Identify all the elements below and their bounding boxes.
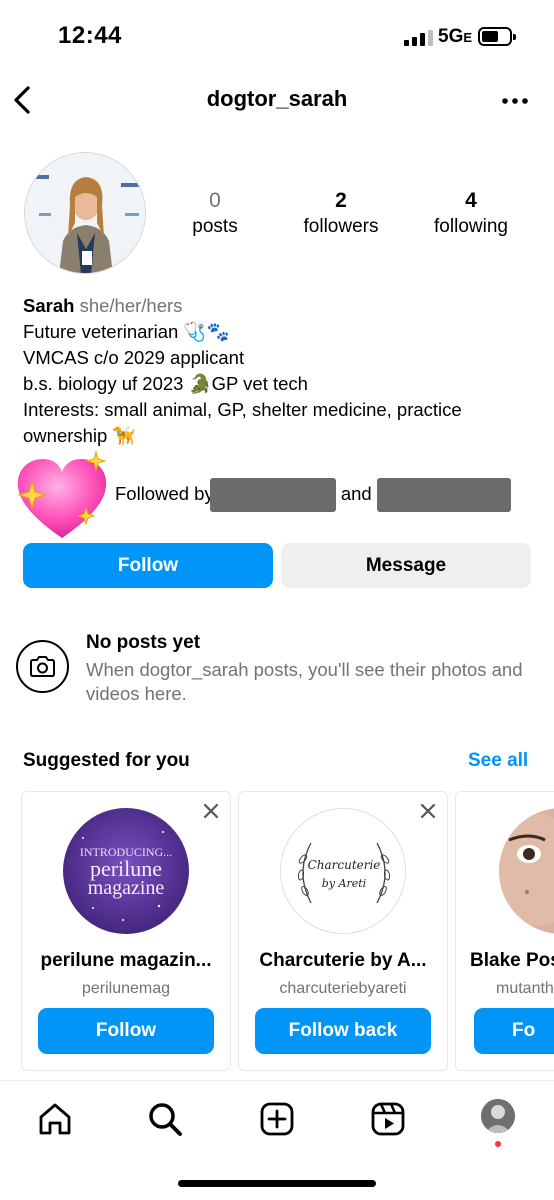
redacted-username xyxy=(209,478,336,512)
close-icon[interactable] xyxy=(202,802,220,820)
bio-line: VMCAS c/o 2029 applicant xyxy=(23,347,245,368)
stat-value: 2 xyxy=(335,189,347,212)
bio-line: Future veterinarian 🩺🐾 xyxy=(23,321,230,342)
suggestion-avatar xyxy=(499,808,554,934)
suggestion-handle: mutanth xyxy=(496,980,554,997)
suggestion-name: perilune magazin... xyxy=(40,950,212,971)
battery-icon xyxy=(478,27,516,46)
reels-icon[interactable] xyxy=(368,1099,408,1139)
top-nav: dogtor_sarah xyxy=(0,78,554,122)
display-name: Sarah xyxy=(23,295,75,316)
followed-by-text: Followed by and xyxy=(115,478,511,512)
profile-screen: 12:44 5GE dogtor_sarah 0 posts 2 followe… xyxy=(0,0,554,1200)
network-suffix: E xyxy=(463,30,473,45)
bio-line: b.s. biology uf 2023 🐊GP vet tech xyxy=(23,373,308,394)
followed-by-and: and xyxy=(340,482,372,504)
no-posts-section: No posts yet When dogtor_sarah posts, yo… xyxy=(16,632,546,712)
suggestion-card[interactable]: Blake Pos mutanth Fo xyxy=(455,791,554,1071)
suggestion-follow-button[interactable]: Fo xyxy=(474,1008,554,1054)
suggestion-avatar: INTRODUCING... perilune magazine xyxy=(63,808,189,934)
follow-button[interactable]: Follow xyxy=(23,543,273,588)
camera-icon xyxy=(16,640,69,693)
suggestion-card[interactable]: INTRODUCING... perilune magazine perilun… xyxy=(21,791,231,1071)
no-posts-text: When dogtor_sarah posts, you'll see thei… xyxy=(86,659,523,704)
status-time: 12:44 xyxy=(58,22,122,49)
stat-posts[interactable]: 0 posts xyxy=(150,188,280,240)
profile-avatar[interactable] xyxy=(481,1099,515,1133)
profile-bio: Sarah she/her/hers Future veterinarian 🩺… xyxy=(23,293,543,449)
stat-label: following xyxy=(434,216,508,237)
profile-username: dogtor_sarah xyxy=(206,86,348,111)
followed-by-row[interactable]: Followed by and xyxy=(10,448,540,543)
suggestion-follow-back-button[interactable]: Follow back xyxy=(255,1008,431,1054)
redacted-username xyxy=(376,478,511,512)
stat-value: 4 xyxy=(465,189,477,212)
network-label: 5G xyxy=(438,26,464,47)
avatar-photo xyxy=(25,153,145,273)
notification-dot xyxy=(495,1141,501,1147)
suggestion-name: Blake Pos xyxy=(470,950,554,971)
close-icon[interactable] xyxy=(419,802,437,820)
home-icon[interactable] xyxy=(35,1099,75,1139)
pronouns: she/her/hers xyxy=(79,295,183,316)
suggestion-follow-button[interactable]: Follow xyxy=(38,1008,214,1054)
suggested-title: Suggested for you xyxy=(23,750,190,771)
bio-line: Interests: small animal, GP, shelter med… xyxy=(23,399,462,446)
network-type: 5GE xyxy=(438,26,472,48)
suggestion-name: Charcuterie by A... xyxy=(259,950,427,971)
followed-by-prefix: Followed by xyxy=(115,482,214,504)
status-bar: 12:44 5GE xyxy=(0,0,554,70)
chevron-left-icon[interactable] xyxy=(10,80,38,120)
stat-label: posts xyxy=(192,216,238,237)
bio-name-line: Sarah she/her/hers xyxy=(23,293,543,319)
sparkling-heart-icon xyxy=(17,450,107,538)
logo-text: magazine xyxy=(88,877,165,899)
stat-following[interactable]: 4 following xyxy=(406,188,536,240)
logo-text: by Areti xyxy=(322,877,366,890)
profile-avatar[interactable] xyxy=(24,152,146,274)
search-icon[interactable] xyxy=(145,1099,185,1139)
logo-text: Charcuterie xyxy=(308,858,381,872)
suggestion-card[interactable]: Charcuterie by Areti Charcuterie by A...… xyxy=(238,791,448,1071)
see-all-link[interactable]: See all xyxy=(468,750,528,772)
suggestion-handle: charcuteriebyareti xyxy=(279,980,407,997)
suggestion-avatar: Charcuterie by Areti xyxy=(280,808,406,934)
no-posts-title: No posts yet xyxy=(86,632,201,653)
stat-value: 0 xyxy=(209,189,221,212)
stat-label: followers xyxy=(303,216,379,237)
create-icon[interactable] xyxy=(257,1099,297,1139)
message-button[interactable]: Message xyxy=(281,543,531,588)
stat-followers[interactable]: 2 followers xyxy=(276,188,406,240)
more-horizontal-icon[interactable] xyxy=(500,86,530,116)
profile-stats: 0 posts 2 followers 4 following xyxy=(150,188,550,248)
suggestion-handle: perilunemag xyxy=(81,980,171,997)
signal-icon xyxy=(404,30,433,46)
home-indicator xyxy=(178,1180,376,1187)
